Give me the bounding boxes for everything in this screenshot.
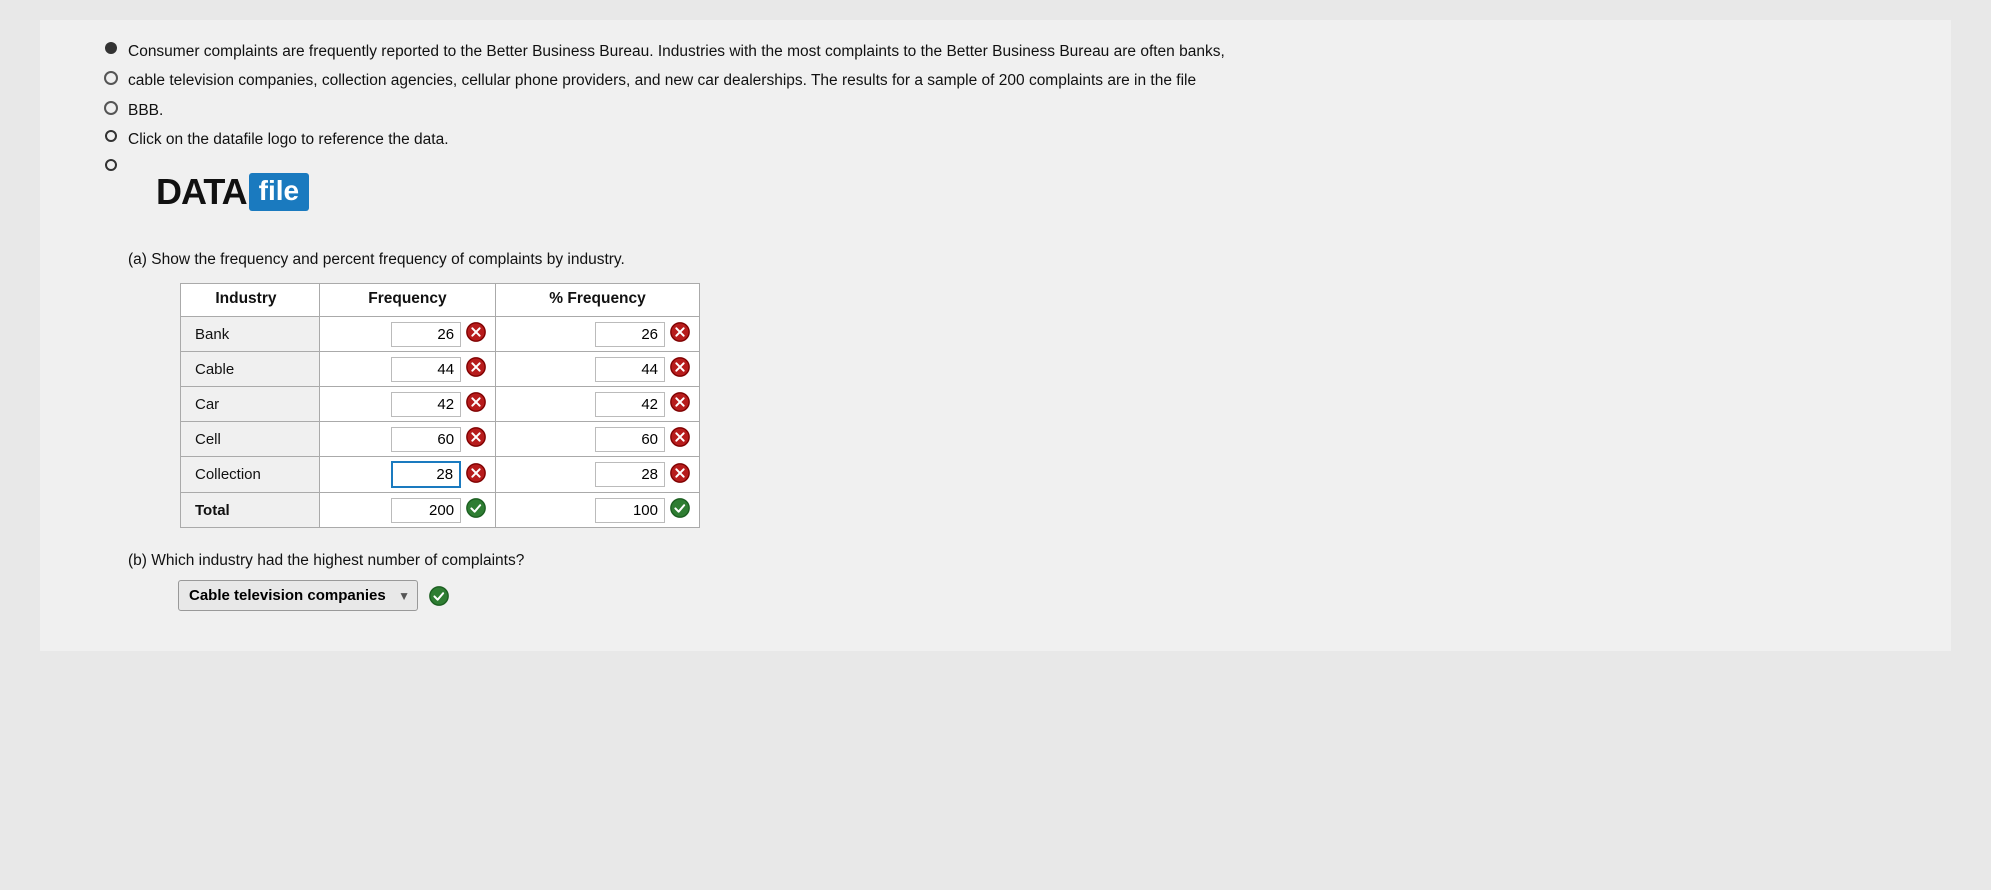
- intro-row-2: cable television companies, collection a…: [100, 69, 1891, 92]
- frequency-input[interactable]: [391, 322, 461, 347]
- header-frequency-text: Frequency: [368, 290, 446, 307]
- intro-text-3: BBB.: [128, 99, 1891, 122]
- x-circle-icon: [669, 391, 691, 417]
- x-circle-icon: [465, 462, 487, 488]
- intro-text-4: Click on the datafile logo to reference …: [128, 128, 1891, 151]
- data-text: DATA: [156, 171, 247, 213]
- col-header-frequency: Frequency: [319, 284, 495, 317]
- header-industry-text: Industry: [215, 290, 276, 307]
- bullet-filled-1: [105, 42, 117, 54]
- part-a-section: (a) Show the frequency and percent frequ…: [100, 251, 1891, 528]
- intro-section: Consumer complaints are frequently repor…: [100, 40, 1891, 233]
- dropdown-row: Cable television companiesBanksCell phon…: [178, 580, 1891, 611]
- intro-row-4: Click on the datafile logo to reference …: [100, 128, 1891, 151]
- intro-row-1: Consumer complaints are frequently repor…: [100, 40, 1891, 63]
- col-header-pct-frequency: % Frequency: [496, 284, 700, 317]
- industry-cell: Total: [181, 493, 320, 528]
- frequency-input-cell[interactable]: [319, 352, 495, 387]
- frequency-input-cell[interactable]: [319, 457, 495, 493]
- pct-frequency-input-cell[interactable]: [496, 387, 700, 422]
- bullet-2: [100, 71, 122, 85]
- table-row: Cable: [181, 352, 700, 387]
- x-circle-icon: [465, 356, 487, 382]
- frequency-input[interactable]: [391, 427, 461, 452]
- industry-cell: Cable: [181, 352, 320, 387]
- header-pct-frequency-text: % Frequency: [549, 290, 645, 307]
- pct-frequency-input[interactable]: [595, 357, 665, 382]
- part-b-label: (b) Which industry had the highest numbe…: [128, 552, 1891, 570]
- x-circle-icon: [465, 426, 487, 452]
- bullet-5: [100, 159, 122, 171]
- x-circle-icon: [465, 391, 487, 417]
- intro-text-2: cable television companies, collection a…: [128, 69, 1891, 92]
- x-circle-icon: [669, 462, 691, 488]
- pct-frequency-input[interactable]: [595, 498, 665, 523]
- file-box[interactable]: file: [249, 173, 309, 211]
- x-circle-icon: [669, 356, 691, 382]
- intro-row-3: BBB.: [100, 99, 1891, 122]
- frequency-input-cell[interactable]: [319, 387, 495, 422]
- part-b-check-icon: [428, 585, 450, 607]
- industry-cell: Car: [181, 387, 320, 422]
- frequency-input-cell[interactable]: [319, 317, 495, 352]
- pct-frequency-input-cell[interactable]: [496, 352, 700, 387]
- industry-cell: Cell: [181, 422, 320, 457]
- part-a-label: (a) Show the frequency and percent frequ…: [128, 251, 1891, 269]
- frequency-input-cell[interactable]: [319, 422, 495, 457]
- bullet-1: [100, 42, 122, 54]
- pct-frequency-input[interactable]: [595, 392, 665, 417]
- frequency-input[interactable]: [391, 498, 461, 523]
- intro-text-1: Consumer complaints are frequently repor…: [128, 40, 1891, 63]
- bullet-check-2: [104, 101, 118, 115]
- bullet-outline-1: [105, 130, 117, 142]
- pct-frequency-input-cell[interactable]: [496, 457, 700, 493]
- x-circle-icon: [669, 321, 691, 347]
- pct-frequency-input-cell[interactable]: [496, 317, 700, 352]
- data-logo[interactable]: DATA file: [156, 171, 309, 213]
- table-row: Car: [181, 387, 700, 422]
- table-row: Total: [181, 493, 700, 528]
- table-row: Bank: [181, 317, 700, 352]
- frequency-input-cell[interactable]: [319, 493, 495, 528]
- industry-cell: Bank: [181, 317, 320, 352]
- pct-frequency-input-cell[interactable]: [496, 422, 700, 457]
- dropdown-wrapper[interactable]: Cable television companiesBanksCell phon…: [178, 580, 418, 611]
- data-file-section[interactable]: DATA file: [156, 171, 309, 213]
- bullet-3: [100, 101, 122, 115]
- frequency-input[interactable]: [391, 357, 461, 382]
- part-b-section: (b) Which industry had the highest numbe…: [128, 552, 1891, 611]
- bullet-check-1: [104, 71, 118, 85]
- intro-row-datafile: DATA file: [100, 157, 1891, 233]
- industry-dropdown[interactable]: Cable television companiesBanksCell phon…: [178, 580, 418, 611]
- table-row: Collection: [181, 457, 700, 493]
- table-row: Cell: [181, 422, 700, 457]
- check-circle-icon: [465, 497, 487, 523]
- frequency-input[interactable]: [391, 461, 461, 488]
- table-header-row: Industry Frequency % Frequency: [181, 284, 700, 317]
- pct-frequency-input-cell[interactable]: [496, 493, 700, 528]
- check-circle-icon: [669, 497, 691, 523]
- frequency-input[interactable]: [391, 392, 461, 417]
- pct-frequency-input[interactable]: [595, 427, 665, 452]
- page-container: Consumer complaints are frequently repor…: [40, 20, 1951, 651]
- table-container: Industry Frequency % Frequency Bank: [180, 283, 1891, 528]
- industry-cell: Collection: [181, 457, 320, 493]
- x-circle-icon: [465, 321, 487, 347]
- col-header-industry: Industry: [181, 284, 320, 317]
- bullet-4: [100, 130, 122, 142]
- frequency-table: Industry Frequency % Frequency Bank: [180, 283, 700, 528]
- pct-frequency-input[interactable]: [595, 322, 665, 347]
- bullet-outline-2: [105, 159, 117, 171]
- pct-frequency-input[interactable]: [595, 462, 665, 487]
- x-circle-icon: [669, 426, 691, 452]
